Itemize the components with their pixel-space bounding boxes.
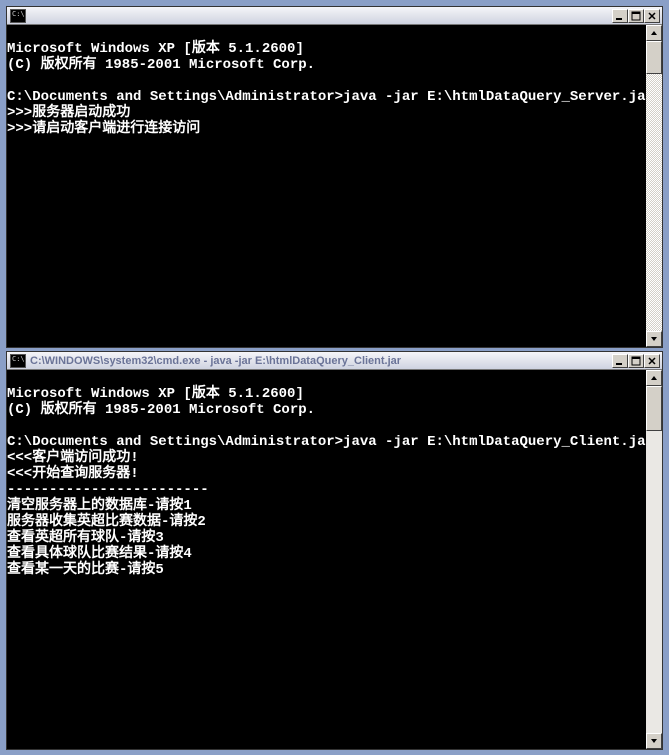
terminal-line: <<<客户端访问成功! <box>7 450 139 466</box>
cmd-icon <box>10 354 26 368</box>
cmd-window-server: Microsoft Windows XP [版本 5.1.2600] (C) 版… <box>6 6 663 348</box>
minimize-button[interactable] <box>612 9 628 23</box>
scroll-down-button[interactable] <box>646 733 662 749</box>
scrollbar[interactable] <box>646 25 662 347</box>
terminal-line: ------------------------ <box>7 482 209 498</box>
minimize-button[interactable] <box>612 354 628 368</box>
terminal-line: C:\Documents and Settings\Administrator>… <box>7 89 654 105</box>
cmd-icon <box>10 9 26 23</box>
scroll-track[interactable] <box>646 386 662 733</box>
cmd-window-client: C:\WINDOWS\system32\cmd.exe - java -jar … <box>6 351 663 750</box>
scroll-thumb[interactable] <box>646 41 662 74</box>
terminal-line: Microsoft Windows XP [版本 5.1.2600] <box>7 41 304 57</box>
scroll-up-button[interactable] <box>646 25 662 41</box>
terminal-output-client: Microsoft Windows XP [版本 5.1.2600] (C) 版… <box>7 370 662 749</box>
terminal-line: (C) 版权所有 1985-2001 Microsoft Corp. <box>7 57 315 73</box>
terminal-line: C:\Documents and Settings\Administrator>… <box>7 434 654 450</box>
maximize-button[interactable] <box>628 354 644 368</box>
terminal-line: 查看具体球队比赛结果-请按4 <box>7 546 192 562</box>
titlebar-client[interactable]: C:\WINDOWS\system32\cmd.exe - java -jar … <box>7 352 662 370</box>
scroll-up-button[interactable] <box>646 370 662 386</box>
scrollbar[interactable] <box>646 370 662 749</box>
window-controls <box>612 354 660 368</box>
scroll-thumb[interactable] <box>646 386 662 431</box>
terminal-line: (C) 版权所有 1985-2001 Microsoft Corp. <box>7 402 315 418</box>
window-title: C:\WINDOWS\system32\cmd.exe - java -jar … <box>30 355 401 367</box>
titlebar-server[interactable] <box>7 7 662 25</box>
terminal-line: 查看某一天的比赛-请按5 <box>7 562 164 578</box>
close-button[interactable] <box>644 9 660 23</box>
terminal-line: >>>请启动客户端进行连接访问 <box>7 121 200 137</box>
terminal-line: Microsoft Windows XP [版本 5.1.2600] <box>7 386 304 402</box>
terminal-line: >>>服务器启动成功 <box>7 105 130 121</box>
terminal-output-server: Microsoft Windows XP [版本 5.1.2600] (C) 版… <box>7 25 662 347</box>
close-button[interactable] <box>644 354 660 368</box>
scroll-track[interactable] <box>646 41 662 331</box>
terminal-line: 查看英超所有球队-请按3 <box>7 530 164 546</box>
terminal-line: 清空服务器上的数据库-请按1 <box>7 498 192 514</box>
terminal-line: 服务器收集英超比赛数据-请按2 <box>7 514 206 530</box>
scroll-down-button[interactable] <box>646 331 662 347</box>
window-controls <box>612 9 660 23</box>
maximize-button[interactable] <box>628 9 644 23</box>
terminal-line: <<<开始查询服务器! <box>7 466 139 482</box>
